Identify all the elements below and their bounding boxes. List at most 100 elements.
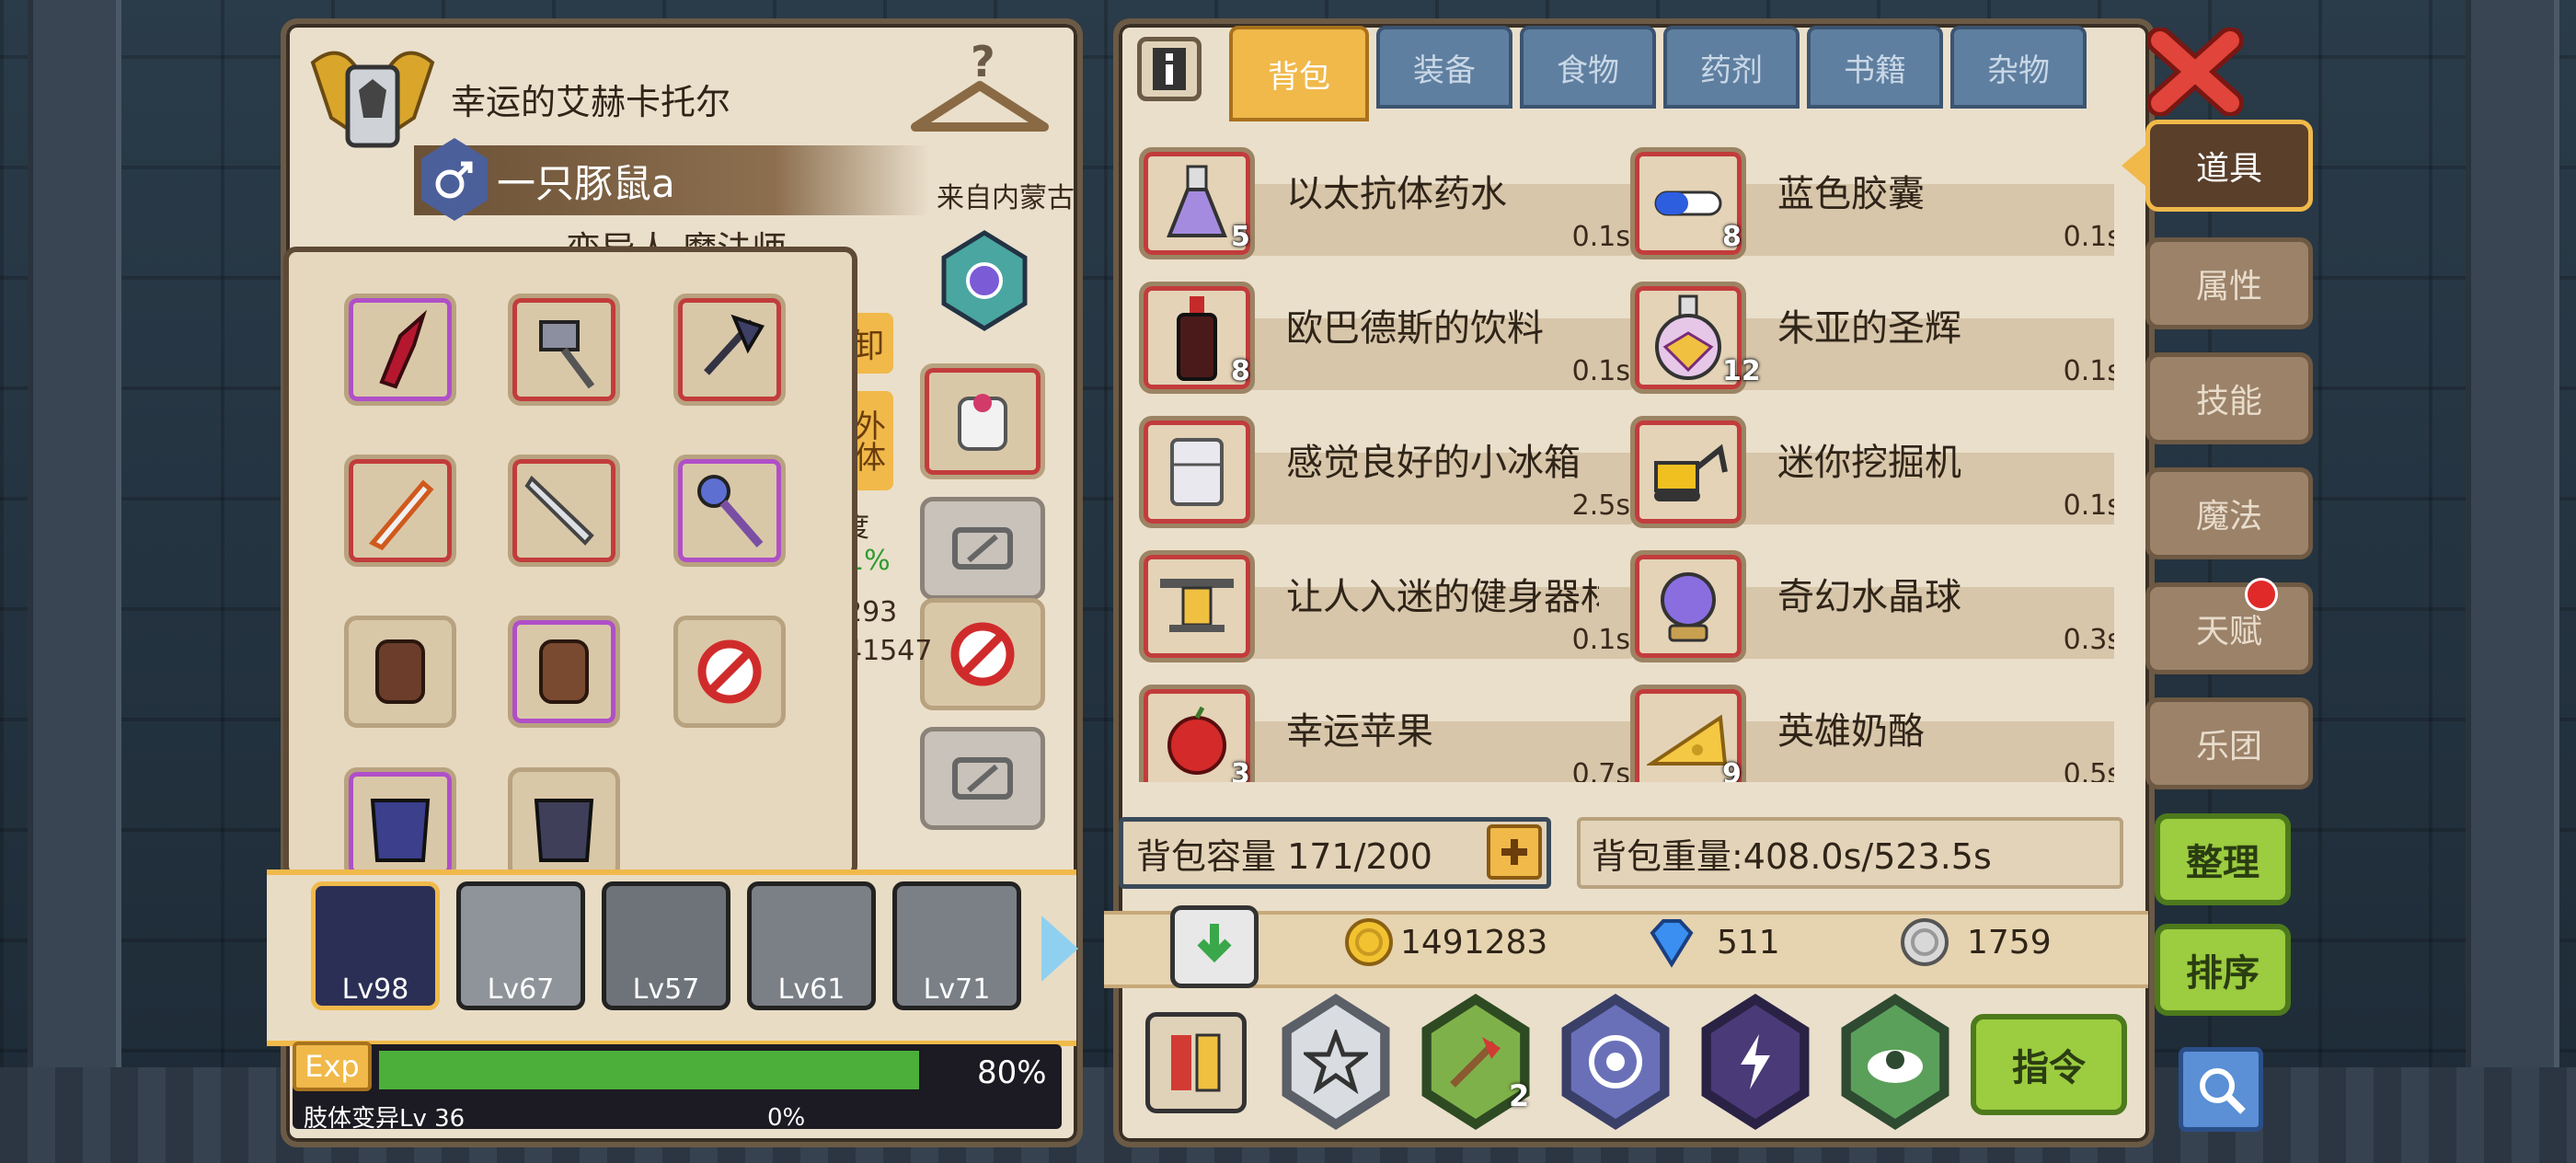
tab-books[interactable]: 书籍: [1807, 26, 1943, 109]
excavator-icon: [1630, 416, 1746, 528]
list-item[interactable]: 奇幻水晶球 0.3s: [1630, 550, 2114, 664]
character-origin: 来自内蒙古: [937, 182, 1075, 214]
item-time: 0.1s: [1571, 221, 1630, 253]
next-arrow-icon[interactable]: [1041, 915, 1078, 982]
sub-skill-label: 肢体变异Lv 36: [304, 1105, 466, 1133]
ranking-icon[interactable]: [1145, 1012, 1247, 1113]
character-title: 幸运的艾赫卡托尔: [451, 82, 731, 122]
inventory-tabs: 背包 装备 食物 药剂 书籍 杂物: [1229, 26, 2087, 121]
team-member-portrait[interactable]: Lv57: [602, 881, 730, 1010]
tab-food[interactable]: 食物: [1520, 26, 1656, 109]
list-item[interactable]: 欧巴德斯的饮料 0.1s 8: [1139, 282, 1636, 396]
stat-value: 41547: [845, 635, 933, 667]
close-icon[interactable]: [2146, 27, 2244, 117]
magic-staff-item-icon[interactable]: [673, 455, 786, 567]
exp-badge: Exp: [293, 1042, 372, 1091]
dark-armor-item-icon[interactable]: [508, 767, 620, 873]
item-name: 让人入迷的健身器材: [1286, 576, 1599, 618]
list-item[interactable]: 让人入迷的健身器材 0.1s: [1139, 550, 1636, 664]
brown-glove-item-icon[interactable]: [508, 616, 620, 728]
forbidden-slot-icon[interactable]: [673, 616, 786, 728]
list-item[interactable]: 蓝色胶囊 0.1s 8: [1630, 147, 2114, 261]
locked-slot-icon[interactable]: [920, 727, 1045, 830]
flame-sword-item-icon[interactable]: [344, 455, 456, 567]
item-name: 以太抗体药水: [1286, 173, 1507, 215]
item-name: 幸运苹果: [1286, 710, 1433, 753]
character-name: 一只豚鼠a: [497, 160, 675, 206]
item-time: 0.5s: [2063, 758, 2114, 782]
purple-armor-item-icon[interactable]: [344, 767, 456, 873]
item-time: 0.1s: [2063, 221, 2114, 253]
item-name: 英雄奶酪: [1777, 710, 1925, 753]
expand-capacity-button[interactable]: [1487, 824, 1542, 880]
member-level: Lv67: [487, 973, 555, 1006]
item-count: 9: [1722, 758, 1742, 782]
side-tab-band[interactable]: 乐团: [2145, 697, 2313, 789]
list-item[interactable]: 感觉良好的小冰箱 2.5s: [1139, 416, 1636, 530]
side-tab-attributes[interactable]: 属性: [2145, 237, 2313, 329]
member-level: Lv71: [923, 973, 991, 1006]
leather-gauntlet-item-icon[interactable]: [344, 616, 456, 728]
silver-amount: 1759: [1967, 924, 2052, 961]
item-count: 5: [1231, 221, 1250, 253]
tidy-button[interactable]: 整理: [2155, 813, 2291, 905]
skill-count: 2: [1509, 1078, 1530, 1113]
gold-coin-icon: [1343, 916, 1395, 968]
sub-skill-percent: 0%: [767, 1104, 806, 1132]
equipment-popup: [283, 247, 857, 879]
character-class: 变异人·魔法师: [566, 221, 787, 248]
svg-text:?: ?: [971, 37, 995, 86]
list-item[interactable]: 朱亚的圣辉 0.1s 12: [1630, 282, 2114, 396]
war-hammer-item-icon[interactable]: [508, 294, 620, 406]
crystal-ball-icon: [1630, 550, 1746, 662]
locked-slot-icon[interactable]: [920, 497, 1045, 600]
item-time: 0.3s: [2063, 624, 2114, 656]
item-time: 0.7s: [1571, 758, 1630, 782]
gold-amount: 1491283: [1400, 924, 1548, 961]
side-tab-items[interactable]: 道具: [2145, 120, 2313, 212]
member-level: Lv57: [632, 973, 700, 1006]
team-member-portrait[interactable]: Lv67: [456, 881, 585, 1010]
exp-percent: 80%: [977, 1054, 1047, 1091]
list-item[interactable]: 英雄奶酪 0.5s 9: [1630, 685, 2114, 782]
list-item[interactable]: 以太抗体药水 0.1s 5: [1139, 147, 1636, 261]
wardrobe-hanger-icon[interactable]: ?: [906, 35, 1053, 145]
item-time: 0.1s: [2063, 489, 2114, 522]
tab-backpack[interactable]: 背包: [1229, 26, 1369, 121]
accessory-gem-icon[interactable]: [929, 225, 1040, 336]
team-member-portrait[interactable]: Lv61: [747, 881, 876, 1010]
stone-pillar: [2466, 0, 2559, 1163]
info-icon[interactable]: [1137, 37, 1202, 101]
battle-axe-item-icon[interactable]: [673, 294, 786, 406]
red-blade-item-icon[interactable]: [344, 294, 456, 406]
side-tab-skills[interactable]: 技能: [2145, 352, 2313, 444]
side-tab-magic[interactable]: 魔法: [2145, 467, 2313, 559]
capacity-label: 背包容量 171/200: [1136, 835, 1432, 877]
character-name-banner: 一只豚鼠a: [414, 145, 929, 215]
download-icon[interactable]: [1170, 905, 1259, 988]
silver-coin-icon: [1899, 916, 1950, 968]
item-list: 以太抗体药水 0.1s 5 蓝色胶囊 0.1s 8 欧巴德斯的饮料 0.1s 8…: [1139, 138, 2114, 782]
item-time: 0.1s: [1571, 355, 1630, 387]
side-tab-talent[interactable]: 天赋: [2145, 582, 2313, 674]
item-name: 奇幻水晶球: [1777, 576, 1961, 618]
list-item[interactable]: 幸运苹果 0.7s 3: [1139, 685, 1636, 782]
tab-misc[interactable]: 杂物: [1950, 26, 2087, 109]
order-button[interactable]: 排序: [2155, 924, 2291, 1016]
item-count: 8: [1231, 355, 1250, 387]
gem-amount: 511: [1717, 924, 1780, 961]
tab-equipment[interactable]: 装备: [1376, 26, 1512, 109]
team-member-portrait[interactable]: Lv71: [892, 881, 1021, 1010]
broad-sword-item-icon[interactable]: [508, 455, 620, 567]
list-item[interactable]: 迷你挖掘机 0.1s: [1630, 416, 2114, 530]
glove-equip-slot[interactable]: [920, 363, 1045, 479]
backpack-weight: 背包重量:408.0s/523.5s: [1577, 817, 2123, 889]
item-time: 0.1s: [2063, 355, 2114, 387]
tab-potion[interactable]: 药剂: [1663, 26, 1800, 109]
weight-label: 背包重量:408.0s/523.5s: [1592, 835, 1992, 877]
search-icon[interactable]: [2179, 1047, 2263, 1132]
exp-bar-fill: [379, 1051, 919, 1089]
command-button[interactable]: 指令: [1971, 1014, 2127, 1115]
team-member-portrait[interactable]: Lv98: [311, 881, 440, 1010]
forbidden-slot-icon[interactable]: [920, 598, 1045, 710]
